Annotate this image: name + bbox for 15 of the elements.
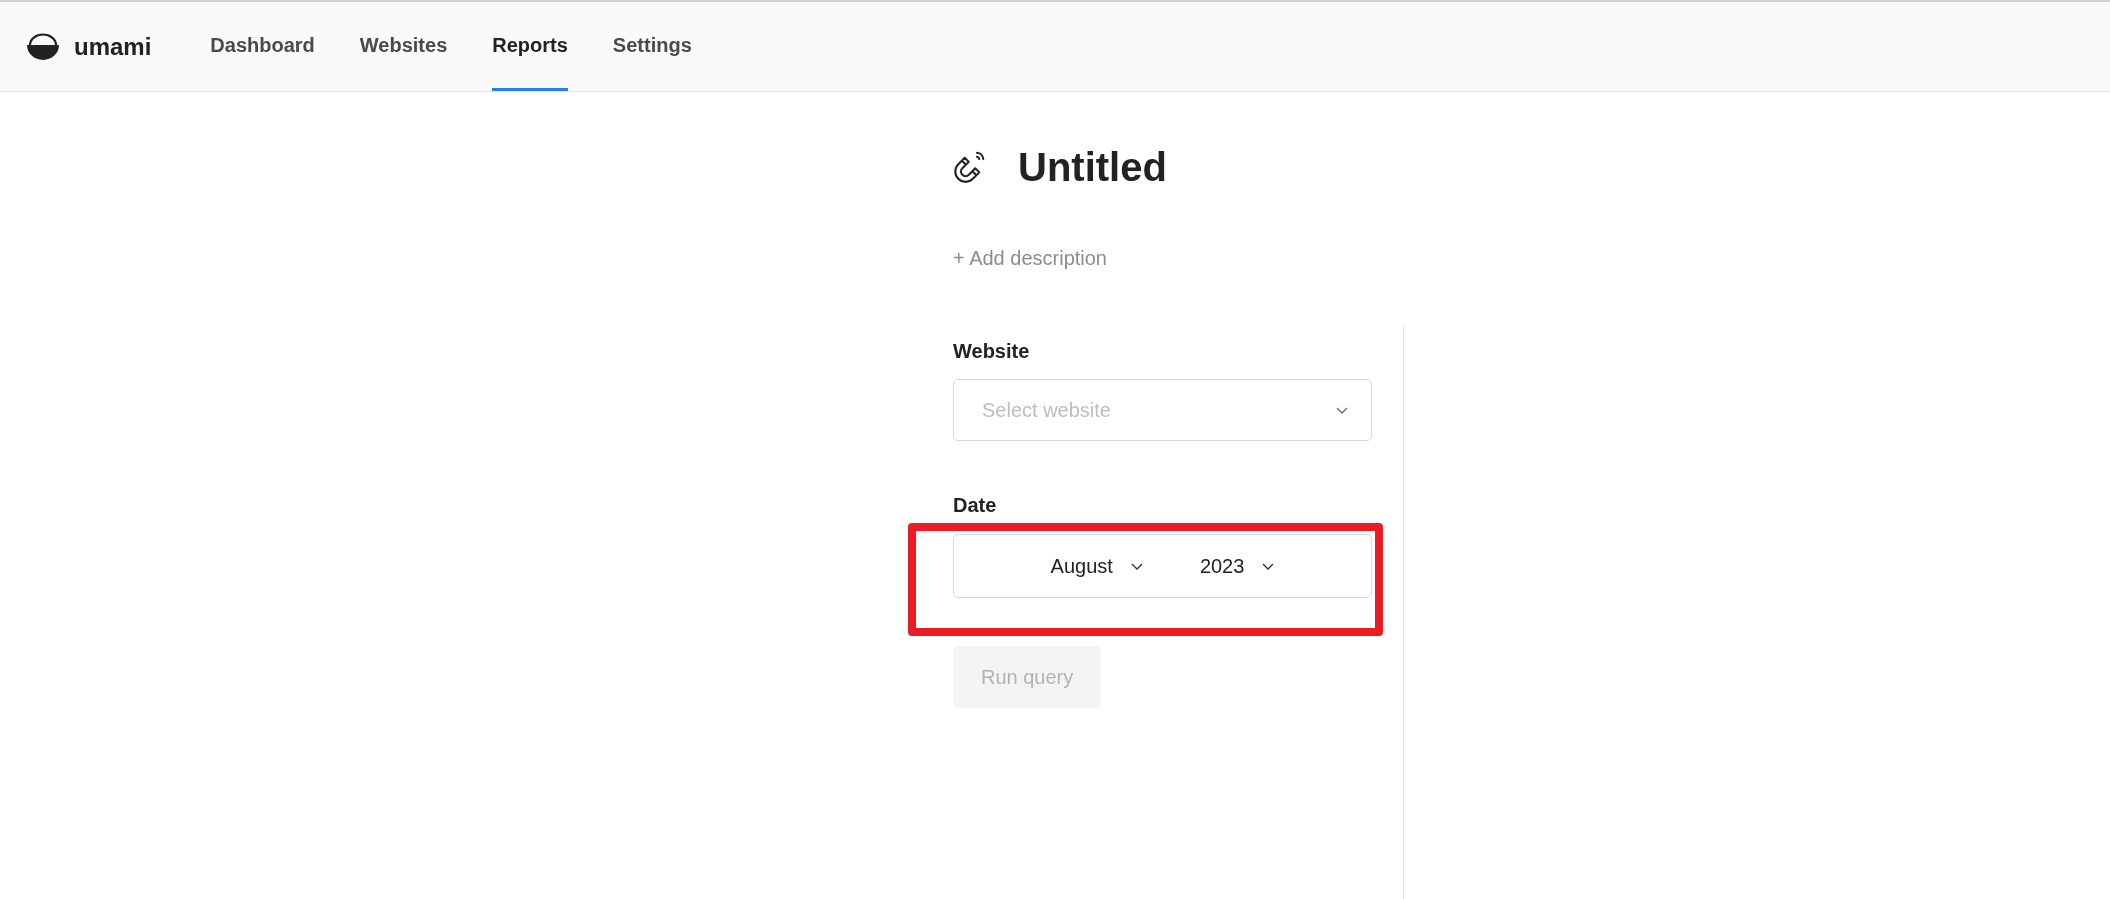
magnet-icon (953, 151, 985, 183)
field-label: Date (953, 493, 997, 518)
nav-tab[interactable]: Settings (612, 2, 692, 91)
brand-name: umami (74, 32, 152, 61)
nav-tab[interactable]: Reports (492, 2, 568, 91)
nav-tab[interactable]: Dashboard (210, 2, 315, 91)
bowl-logo-icon (27, 33, 59, 60)
month-dropdown[interactable]: August (1050, 554, 1143, 578)
chevron-down-icon (1336, 406, 1348, 414)
chevron-down-icon (1130, 562, 1143, 570)
nav-tab[interactable]: Websites (359, 2, 448, 91)
report-title: Untitled (1018, 144, 1167, 191)
field-label: Website (953, 339, 1030, 364)
chevron-down-icon (1262, 562, 1275, 570)
year-dropdown[interactable]: 2023 (1199, 554, 1275, 578)
